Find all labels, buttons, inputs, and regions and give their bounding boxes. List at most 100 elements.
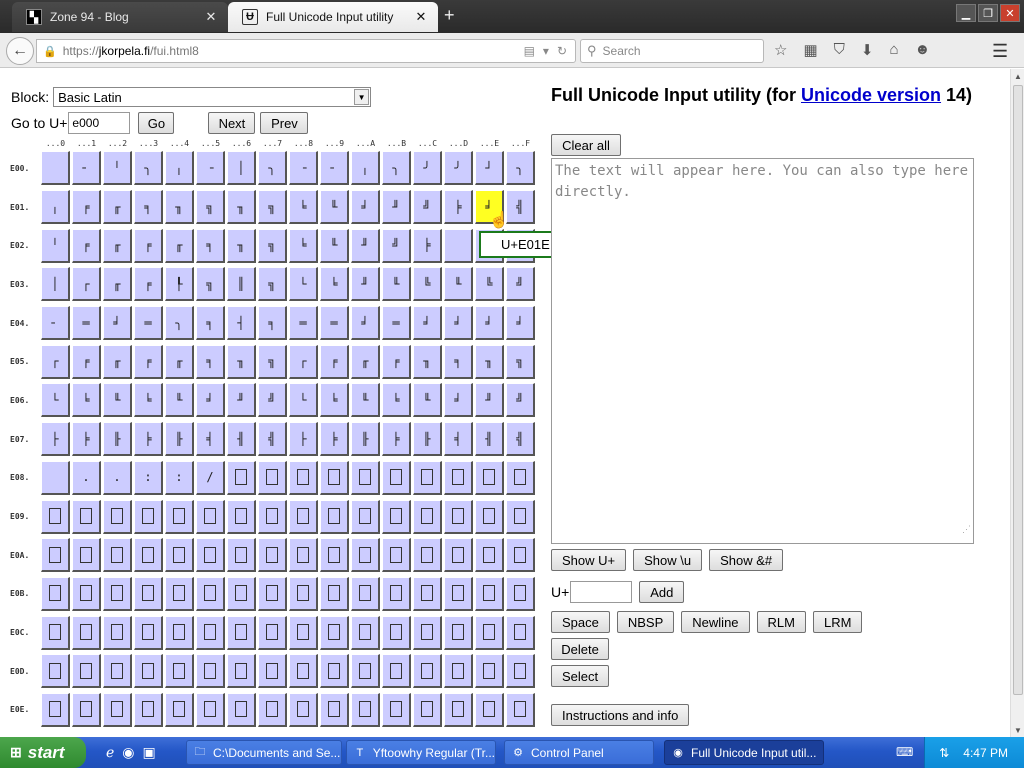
char-cell[interactable]: ╕ (444, 344, 473, 379)
char-cell[interactable]: ╓ (103, 190, 132, 225)
ie-icon[interactable]: ℯ (106, 744, 114, 761)
bookmark-star-icon[interactable]: ☆ (774, 41, 787, 59)
char-cell[interactable]: ╓ (165, 344, 194, 379)
reader-view-icon[interactable]: ▤ (524, 44, 535, 58)
close-tab-icon[interactable]: ✕ (204, 9, 218, 25)
space-button[interactable]: Space (551, 611, 610, 633)
char-cell[interactable] (41, 499, 70, 534)
task-explorer[interactable]: 🗀 C:\Documents and Se... (186, 740, 342, 765)
char-cell[interactable]: ╖ (227, 228, 256, 263)
char-cell[interactable]: ┘ (475, 151, 504, 186)
char-cell[interactable]: ╗ (506, 344, 535, 379)
char-cell[interactable] (413, 654, 442, 689)
delete-button[interactable]: Delete (551, 638, 609, 660)
char-cell[interactable] (134, 615, 163, 650)
char-cell[interactable] (320, 499, 349, 534)
char-cell[interactable] (506, 460, 535, 495)
char-cell[interactable]: ╛ (506, 306, 535, 341)
char-cell[interactable]: ╘ (72, 383, 101, 418)
char-cell[interactable] (289, 615, 318, 650)
char-cell[interactable]: ╝ (382, 228, 411, 263)
bookmarks-list-icon[interactable]: ▦ (803, 41, 817, 59)
char-cell[interactable] (444, 654, 473, 689)
rlm-button[interactable]: RLM (756, 611, 806, 633)
char-cell[interactable] (41, 460, 70, 495)
nbsp-button[interactable]: NBSP (616, 611, 675, 633)
char-cell[interactable] (475, 460, 504, 495)
char-cell[interactable]: ╷ (165, 151, 194, 186)
char-cell[interactable] (196, 576, 225, 611)
char-cell[interactable] (103, 538, 132, 573)
char-cell[interactable] (103, 499, 132, 534)
next-button[interactable]: Next (208, 112, 256, 134)
char-cell[interactable] (444, 499, 473, 534)
pocket-icon[interactable]: ⛉ (834, 41, 845, 59)
char-cell[interactable]: ╛ (196, 383, 225, 418)
char-cell[interactable] (382, 460, 411, 495)
task-firefox[interactable]: ◉ Full Unicode Input util... (664, 740, 824, 765)
char-cell[interactable] (103, 576, 132, 611)
clear-all-button[interactable]: Clear all (551, 134, 621, 156)
char-cell[interactable]: ╒ (72, 228, 101, 263)
home-icon[interactable]: ⌂ (889, 41, 898, 59)
char-cell[interactable] (41, 615, 70, 650)
char-cell[interactable]: ╘ (134, 383, 163, 418)
char-cell[interactable] (444, 538, 473, 573)
char-cell[interactable] (475, 538, 504, 573)
char-cell[interactable] (134, 692, 163, 727)
char-cell[interactable]: ╗ (258, 344, 287, 379)
dropdown-arrow-icon[interactable]: ▾ (543, 44, 549, 58)
char-cell[interactable] (134, 538, 163, 573)
prev-button[interactable]: Prev (260, 112, 309, 134)
char-cell[interactable]: ╢ (227, 422, 256, 457)
char-cell[interactable]: ╘ (289, 228, 318, 263)
scroll-up-icon[interactable]: ▲ (1011, 69, 1024, 83)
keyboard-icon[interactable]: ⌨ (896, 745, 913, 759)
char-cell[interactable]: ╚ (413, 267, 442, 302)
char-cell[interactable]: ├ (289, 422, 318, 457)
char-cell[interactable] (227, 576, 256, 611)
char-cell[interactable]: ╖ (475, 344, 504, 379)
char-cell[interactable]: ╵ (103, 151, 132, 186)
char-cell[interactable] (134, 576, 163, 611)
char-cell[interactable]: ╵ (41, 228, 70, 263)
char-cell[interactable]: ╗ (258, 190, 287, 225)
char-cell[interactable] (351, 460, 380, 495)
char-cell[interactable]: ┞ (165, 267, 194, 302)
char-cell[interactable] (227, 654, 256, 689)
char-cell[interactable]: ╓ (165, 228, 194, 263)
char-cell[interactable] (289, 692, 318, 727)
text-output-area[interactable]: The text will appear here. You can also … (551, 158, 974, 544)
char-cell[interactable]: ╛ (444, 383, 473, 418)
char-cell[interactable] (72, 615, 101, 650)
start-button[interactable]: ⊞ start (0, 737, 86, 768)
char-cell[interactable] (289, 576, 318, 611)
instructions-button[interactable]: Instructions and info (551, 704, 690, 726)
char-cell[interactable] (258, 538, 287, 573)
char-cell[interactable]: ╴ (320, 151, 349, 186)
char-cell[interactable] (165, 538, 194, 573)
char-cell[interactable] (413, 460, 442, 495)
smiley-icon[interactable]: ☻ (915, 41, 931, 59)
char-cell[interactable]: ╓ (103, 344, 132, 379)
char-cell[interactable] (413, 615, 442, 650)
char-cell[interactable]: ═ (320, 306, 349, 341)
char-cell[interactable]: ╣ (258, 422, 287, 457)
restore-icon[interactable]: ❐ (978, 4, 998, 22)
char-cell[interactable] (196, 615, 225, 650)
char-cell[interactable] (475, 615, 504, 650)
char-cell[interactable]: ╶ (289, 151, 318, 186)
char-cell[interactable] (506, 576, 535, 611)
network-icon[interactable]: ⇅ (939, 746, 949, 760)
char-cell[interactable] (227, 460, 256, 495)
char-cell[interactable]: ╝ (413, 190, 442, 225)
char-cell[interactable]: ╴ (72, 151, 101, 186)
char-cell[interactable]: ╮ (134, 151, 163, 186)
char-cell[interactable] (444, 228, 473, 263)
char-cell[interactable] (165, 654, 194, 689)
char-cell[interactable]: ╒ (72, 344, 101, 379)
char-cell[interactable]: ╕ (196, 344, 225, 379)
show-desktop-icon[interactable]: ▣ (143, 744, 156, 761)
char-cell[interactable]: ╚ (475, 267, 504, 302)
char-cell[interactable] (196, 499, 225, 534)
